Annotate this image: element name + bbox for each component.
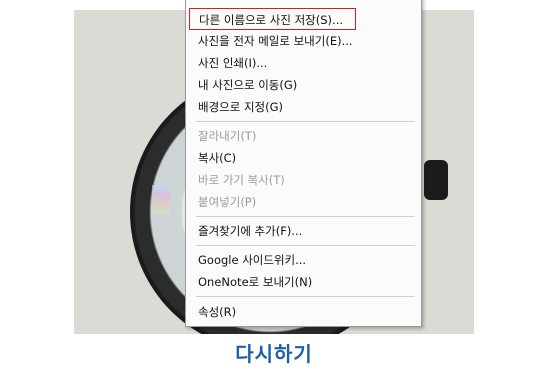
- menu-separator: [196, 121, 415, 123]
- disc-reflection: [152, 185, 170, 215]
- menu-item-copy[interactable]: 복사(C): [198, 147, 236, 169]
- menu-item-set-as-background[interactable]: 배경으로 지정(G): [198, 96, 283, 118]
- retry-link[interactable]: 다시하기: [0, 338, 548, 367]
- disc-edge-dark: [424, 160, 448, 200]
- menu-item-google-sidewiki[interactable]: Google 사이드위키...: [198, 249, 306, 271]
- context-menu: 다른 이름으로 사진 저장(S)... 사진을 전자 메일로 보내기(E)...…: [185, 0, 422, 327]
- menu-item-go-to-my-pictures[interactable]: 내 사진으로 이동(G): [198, 74, 297, 96]
- menu-item-email-picture[interactable]: 사진을 전자 메일로 보내기(E)...: [198, 30, 353, 52]
- menu-separator: [196, 296, 415, 298]
- menu-separator: [196, 245, 415, 247]
- menu-item-add-to-favorites[interactable]: 즐겨찾기에 추가(F)...: [198, 220, 302, 242]
- menu-item-paste[interactable]: 붙여넣기(P): [198, 191, 256, 213]
- menu-item-print-picture[interactable]: 사진 인쇄(I)...: [198, 52, 267, 74]
- menu-separator: [196, 216, 415, 218]
- menu-item-copy-shortcut[interactable]: 바로 가기 복사(T): [198, 169, 285, 191]
- menu-item-properties[interactable]: 속성(R): [198, 301, 236, 323]
- menu-item-send-to-onenote[interactable]: OneNote로 보내기(N): [198, 271, 312, 293]
- menu-item-save-picture-as[interactable]: 다른 이름으로 사진 저장(S)...: [189, 8, 356, 30]
- menu-item-cut[interactable]: 잘라내기(T): [198, 125, 256, 147]
